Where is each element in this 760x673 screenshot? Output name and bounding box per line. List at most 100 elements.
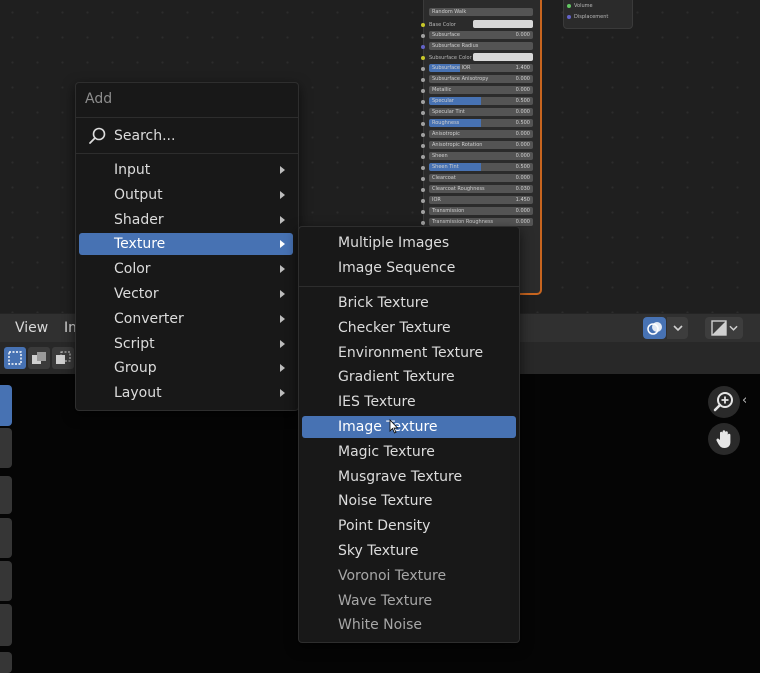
menu-item-shader[interactable]: Shader: [79, 209, 293, 231]
menu-item-point-density[interactable]: Point Density: [302, 515, 516, 537]
input-socket[interactable]: [421, 33, 425, 38]
input-socket[interactable]: [421, 220, 425, 225]
bsdf-input-field[interactable]: IOR 1.450: [429, 196, 533, 204]
input-socket[interactable]: [421, 44, 425, 49]
color-swatch[interactable]: [473, 20, 533, 28]
pan-button[interactable]: [708, 423, 740, 455]
menu-item-multiple-images[interactable]: Multiple Images: [302, 232, 516, 254]
menu-item-input[interactable]: Input: [79, 159, 293, 181]
bsdf-input-field[interactable]: Anisotropic Rotation 0.000: [429, 141, 533, 149]
menu-item-script[interactable]: Script: [79, 333, 293, 355]
overlay-toggle-button[interactable]: [643, 317, 666, 339]
menu-item-noise-texture[interactable]: Noise Texture: [302, 490, 516, 512]
menu-item-white-noise[interactable]: White Noise: [302, 614, 516, 636]
toolbar-tab[interactable]: [0, 652, 12, 673]
input-socket[interactable]: [421, 22, 425, 27]
input-socket[interactable]: [421, 154, 425, 159]
zoom-button[interactable]: [708, 386, 740, 418]
bsdf-input-value: 0.000: [515, 32, 530, 38]
menu-item-magic-texture[interactable]: Magic Texture: [302, 441, 516, 463]
bsdf-input-field[interactable]: Subsurface Radius: [429, 42, 533, 50]
menu-item-label: IES Texture: [338, 394, 416, 411]
input-socket[interactable]: [421, 88, 425, 93]
menu-item-musgrave-texture[interactable]: Musgrave Texture: [302, 466, 516, 488]
input-socket[interactable]: [421, 66, 425, 71]
menu-item-gradient-texture[interactable]: Gradient Texture: [302, 366, 516, 388]
bsdf-input-field[interactable]: Subsurface IOR 1.400: [429, 64, 533, 72]
menu-item-wave-texture[interactable]: Wave Texture: [302, 590, 516, 612]
select-extend-button[interactable]: [28, 347, 50, 369]
bsdf-input-field[interactable]: Clearcoat Roughness 0.030: [429, 185, 533, 193]
toolbar-tab-active[interactable]: [0, 385, 12, 426]
color-swatch[interactable]: [473, 53, 533, 61]
menu-item-label: Wave Texture: [338, 592, 433, 609]
search-menu-item[interactable]: Search...: [88, 125, 288, 147]
bsdf-input-field[interactable]: Specular Tint 0.000: [429, 108, 533, 116]
menu-item-sky-texture[interactable]: Sky Texture: [302, 540, 516, 562]
menu-item-checker-texture[interactable]: Checker Texture: [302, 317, 516, 339]
subsurface-method-dropdown[interactable]: Random Walk: [429, 8, 533, 16]
menu-item-layout[interactable]: Layout: [79, 382, 293, 404]
bsdf-input-field[interactable]: Transmission 0.000: [429, 207, 533, 215]
menu-item-texture[interactable]: Texture: [79, 233, 293, 256]
bsdf-input-field[interactable]: Metallic 0.000: [429, 86, 533, 94]
bsdf-input-field[interactable]: Transmission Roughness 0.000: [429, 218, 533, 226]
material-output-node[interactable]: Volume Displacement: [563, 0, 633, 29]
chevron-down-icon: [672, 325, 683, 332]
menu-item-group[interactable]: Group: [79, 357, 293, 379]
input-socket[interactable]: [421, 132, 425, 137]
menu-title: Add: [85, 91, 113, 107]
bsdf-input-value: 0.030: [515, 186, 530, 192]
add-menu: Add Search... Input Output Shader Texture Co…: [75, 82, 299, 411]
bsdf-input-field[interactable]: Sheen Tint 0.500: [429, 163, 533, 171]
toolbar-tab[interactable]: [0, 518, 12, 558]
bsdf-input-field[interactable]: Specular 0.500: [429, 97, 533, 105]
input-socket[interactable]: [421, 209, 425, 214]
input-socket[interactable]: [421, 121, 425, 126]
menu-item-image-sequence[interactable]: Image Sequence: [302, 257, 516, 279]
menu-item-label: Gradient Texture: [338, 369, 455, 386]
input-socket[interactable]: [421, 187, 425, 192]
menu-item-label: Noise Texture: [338, 493, 433, 510]
bsdf-input-value: 0.000: [515, 109, 530, 115]
chevron-right-icon: [280, 339, 285, 348]
input-socket[interactable]: [421, 165, 425, 170]
menu-item-label: Image Texture: [338, 419, 438, 435]
menu-item-vector[interactable]: Vector: [79, 283, 293, 305]
bsdf-input-field[interactable]: Anisotropic 0.000: [429, 130, 533, 138]
menu-item-color[interactable]: Color: [79, 258, 293, 280]
menu-item-label: Vector: [114, 286, 159, 302]
menu-item-output[interactable]: Output: [79, 184, 293, 206]
menu-item-label: Checker Texture: [338, 319, 451, 336]
menu-item-brick-texture[interactable]: Brick Texture: [302, 292, 516, 314]
menu-item-ies-texture[interactable]: IES Texture: [302, 391, 516, 413]
select-box-button[interactable]: [4, 347, 26, 369]
toolbar-tab[interactable]: [0, 428, 12, 468]
overlay-icon: [646, 322, 662, 335]
bsdf-input-field[interactable]: Sheen 0.000: [429, 152, 533, 160]
input-socket[interactable]: [421, 55, 425, 60]
input-socket[interactable]: [421, 77, 425, 82]
input-socket[interactable]: [421, 198, 425, 203]
menu-item-voronoi-texture[interactable]: Voronoi Texture: [302, 565, 516, 587]
select-subtract-button[interactable]: [52, 347, 74, 369]
bsdf-input-field[interactable]: Clearcoat 0.000: [429, 174, 533, 182]
bsdf-input-field[interactable]: Roughness 0.500: [429, 119, 533, 127]
overlay-dropdown-button[interactable]: [667, 317, 688, 339]
display-mode-button[interactable]: [705, 317, 743, 339]
input-socket[interactable]: [421, 176, 425, 181]
input-socket[interactable]: [421, 143, 425, 148]
menu-item-environment-texture[interactable]: Environment Texture: [302, 342, 516, 364]
menu-item-converter[interactable]: Converter: [79, 308, 293, 330]
bsdf-input-field[interactable]: Subsurface Anisotropy 0.000: [429, 75, 533, 83]
menu-item-image-texture[interactable]: Image Texture: [302, 416, 516, 438]
toolbar-tab[interactable]: [0, 476, 12, 514]
view-menu[interactable]: View: [15, 320, 48, 336]
bsdf-input-label: Subsurface IOR: [432, 65, 471, 71]
bsdf-input-field[interactable]: Subsurface 0.000: [429, 31, 533, 39]
input-socket[interactable]: [421, 99, 425, 104]
toolbar-tab[interactable]: [0, 561, 12, 601]
toolbar-tab[interactable]: [0, 604, 12, 646]
input-socket[interactable]: [421, 110, 425, 115]
sidebar-toggle-icon[interactable]: ‹: [742, 393, 747, 408]
